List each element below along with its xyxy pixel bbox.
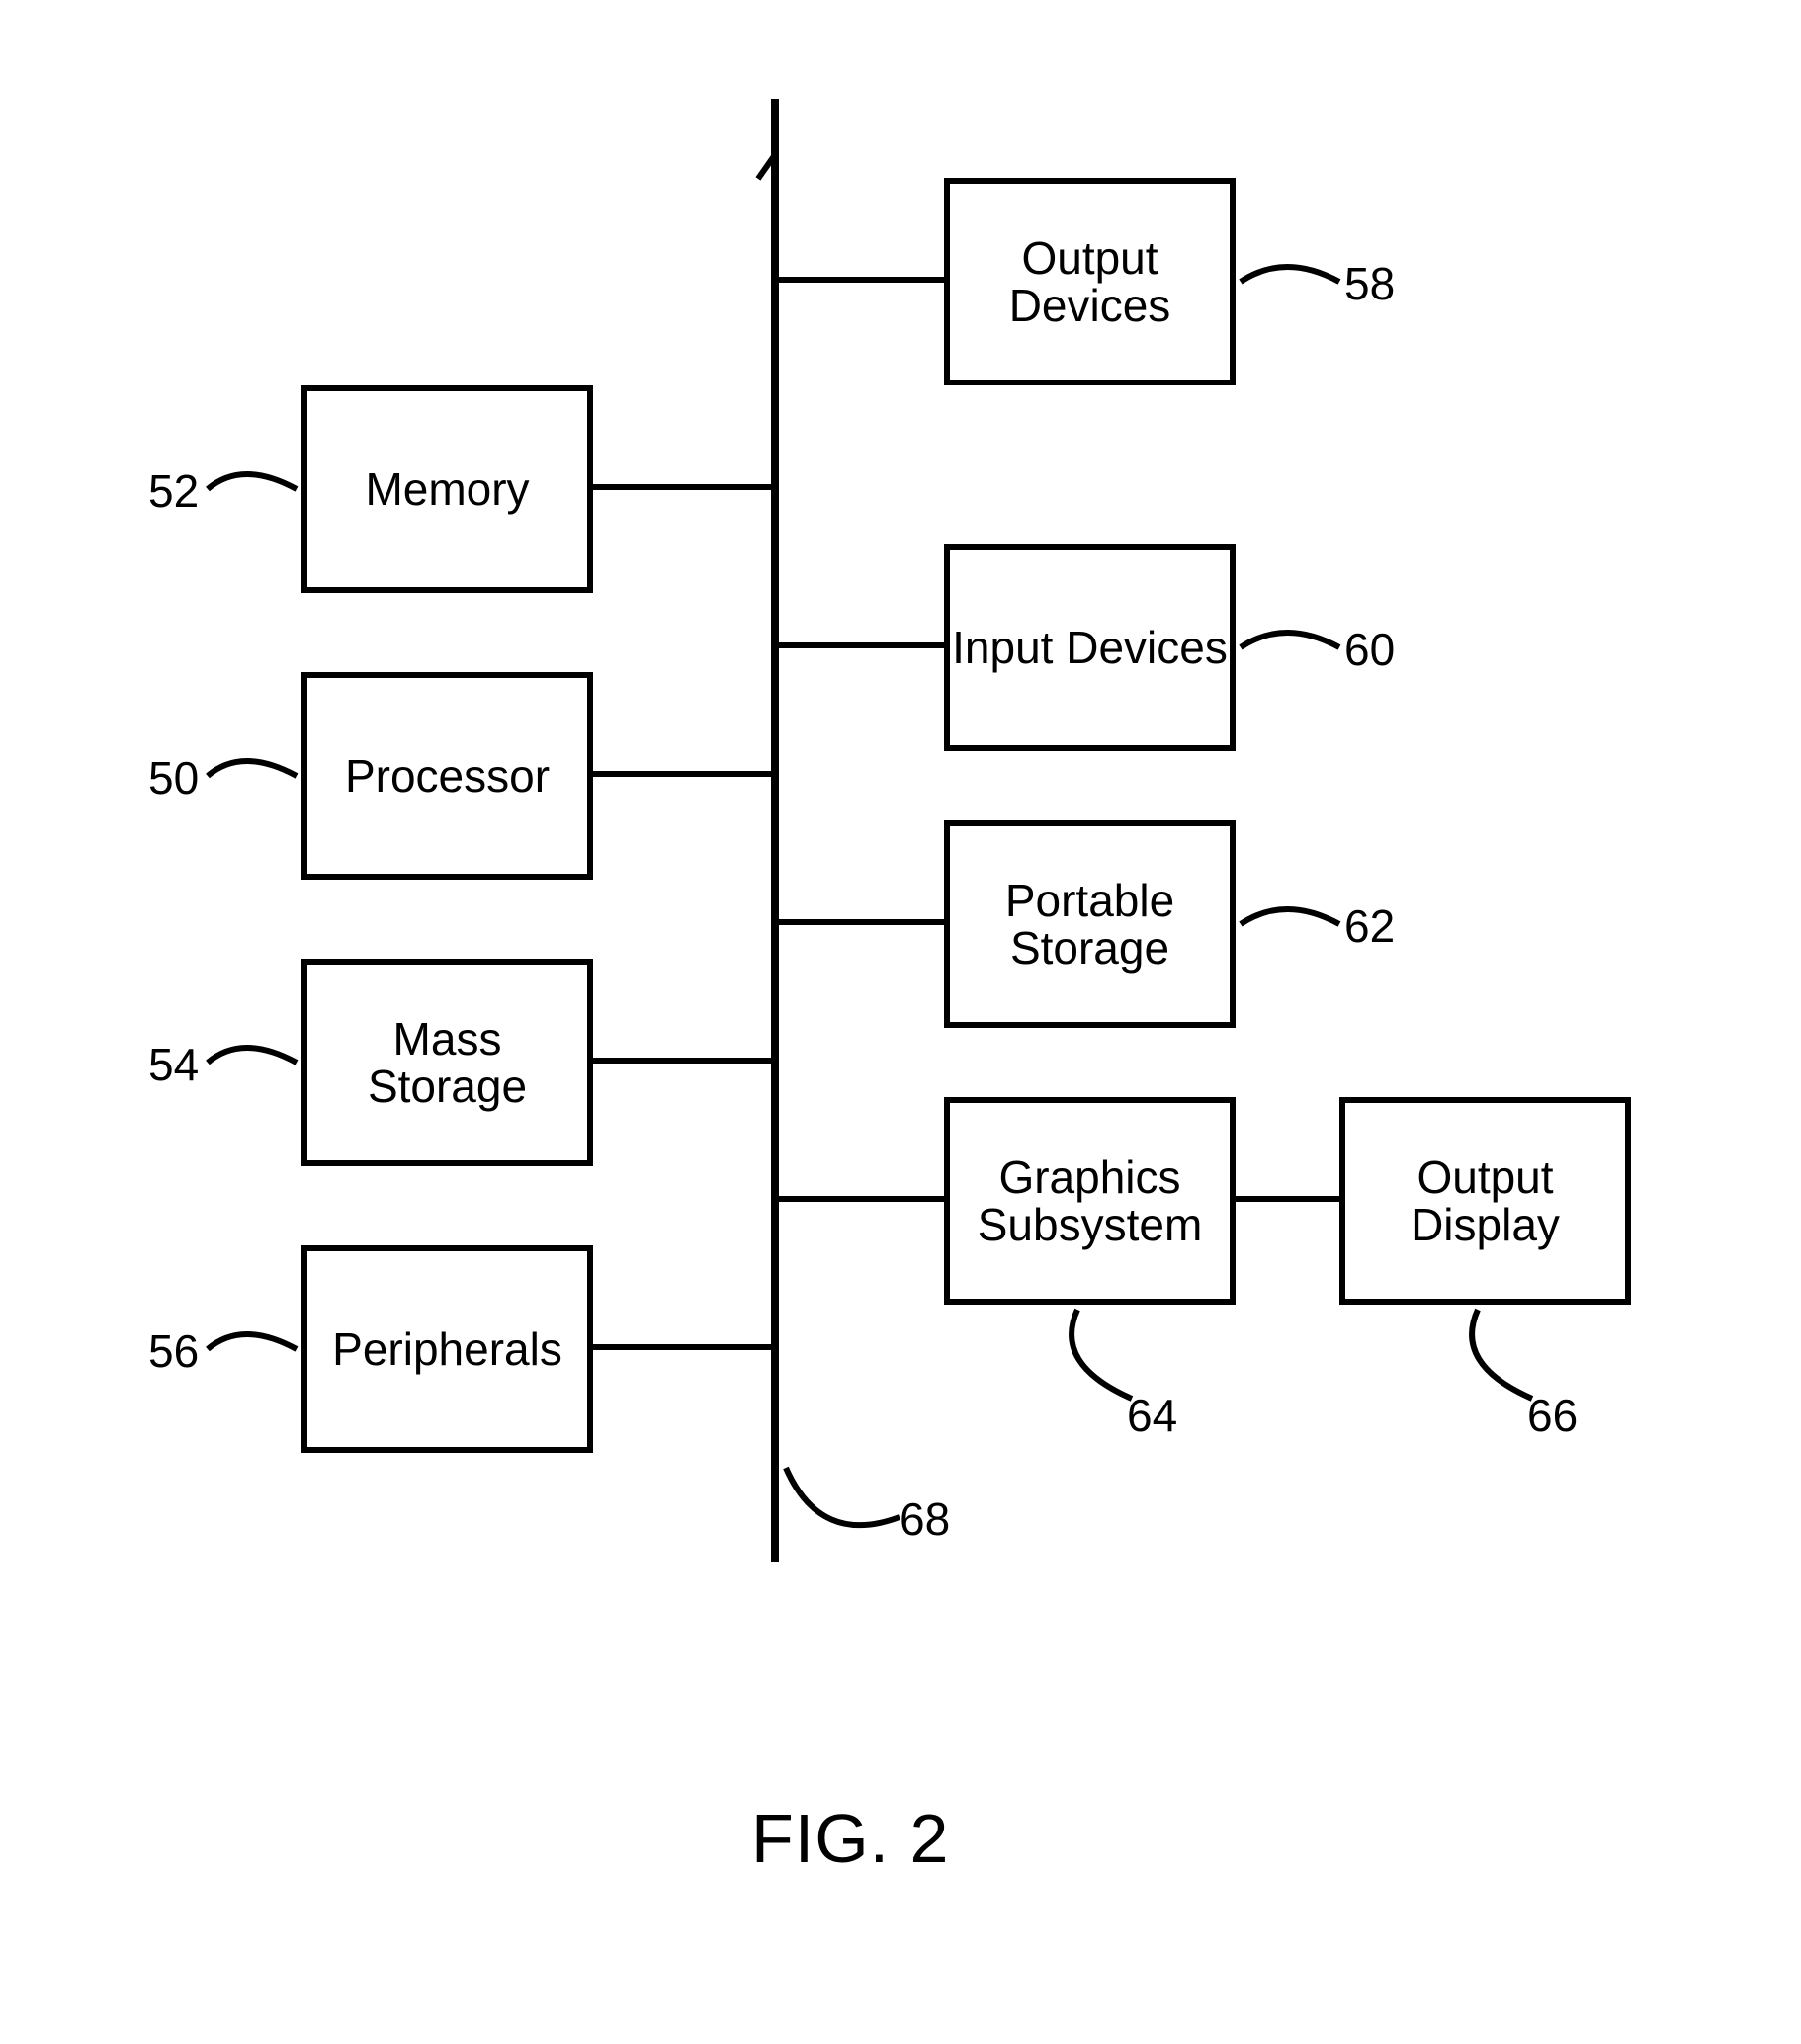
lead-mass-storage bbox=[203, 1028, 301, 1087]
block-portable-storage-line1: Portable bbox=[1005, 877, 1174, 924]
lead-output-display bbox=[1448, 1305, 1557, 1413]
lead-input-devices bbox=[1236, 613, 1344, 672]
lead-processor bbox=[203, 741, 301, 801]
ref-output-devices: 58 bbox=[1344, 257, 1395, 310]
figure-label: FIG. 2 bbox=[751, 1799, 949, 1878]
ref-mass-storage: 54 bbox=[148, 1038, 199, 1091]
conn-input-devices bbox=[779, 642, 944, 648]
block-peripherals: Peripherals bbox=[301, 1245, 593, 1453]
ref-input-devices: 60 bbox=[1344, 623, 1395, 676]
lead-bus bbox=[781, 1463, 909, 1552]
block-memory-line1: Memory bbox=[365, 466, 529, 513]
block-mass-storage-line2: Storage bbox=[368, 1063, 527, 1110]
block-output-devices: Output Devices bbox=[944, 178, 1236, 385]
conn-portable-storage bbox=[779, 919, 944, 925]
lead-graphics-subsystem bbox=[1048, 1305, 1157, 1413]
block-memory: Memory bbox=[301, 385, 593, 593]
lead-output-devices bbox=[1236, 247, 1344, 306]
block-processor: Processor bbox=[301, 672, 593, 880]
conn-graphics-to-display bbox=[1236, 1196, 1339, 1202]
conn-memory bbox=[593, 484, 771, 490]
conn-graphics-subsystem bbox=[779, 1196, 944, 1202]
block-input-devices: Input Devices bbox=[944, 544, 1236, 751]
block-output-display: Output Display bbox=[1339, 1097, 1631, 1305]
block-output-devices-line1: Output bbox=[1021, 234, 1158, 282]
block-output-display-line1: Output bbox=[1416, 1153, 1553, 1201]
conn-output-devices bbox=[779, 277, 944, 283]
lead-peripherals bbox=[203, 1315, 301, 1374]
conn-peripherals bbox=[593, 1344, 771, 1350]
block-peripherals-line1: Peripherals bbox=[332, 1325, 562, 1373]
block-portable-storage-line2: Storage bbox=[1010, 924, 1169, 972]
block-graphics-subsystem-line2: Subsystem bbox=[978, 1201, 1203, 1248]
block-output-devices-line2: Devices bbox=[1009, 282, 1171, 329]
ref-processor: 50 bbox=[148, 751, 199, 805]
block-processor-line1: Processor bbox=[345, 752, 550, 800]
ref-peripherals: 56 bbox=[148, 1324, 199, 1378]
conn-mass-storage bbox=[593, 1058, 771, 1064]
block-mass-storage-line1: Mass bbox=[393, 1015, 502, 1063]
block-portable-storage: Portable Storage bbox=[944, 820, 1236, 1028]
ref-memory: 52 bbox=[148, 465, 199, 518]
block-graphics-subsystem: Graphics Subsystem bbox=[944, 1097, 1236, 1305]
block-mass-storage: Mass Storage bbox=[301, 959, 593, 1166]
block-input-devices-line1: Input Devices bbox=[952, 624, 1228, 671]
lead-portable-storage bbox=[1236, 890, 1344, 949]
bus-line bbox=[771, 99, 779, 1562]
ref-portable-storage: 62 bbox=[1344, 899, 1395, 953]
conn-processor bbox=[593, 771, 771, 777]
block-graphics-subsystem-line1: Graphics bbox=[998, 1153, 1180, 1201]
lead-memory bbox=[203, 455, 301, 514]
block-output-display-line2: Display bbox=[1411, 1201, 1560, 1248]
